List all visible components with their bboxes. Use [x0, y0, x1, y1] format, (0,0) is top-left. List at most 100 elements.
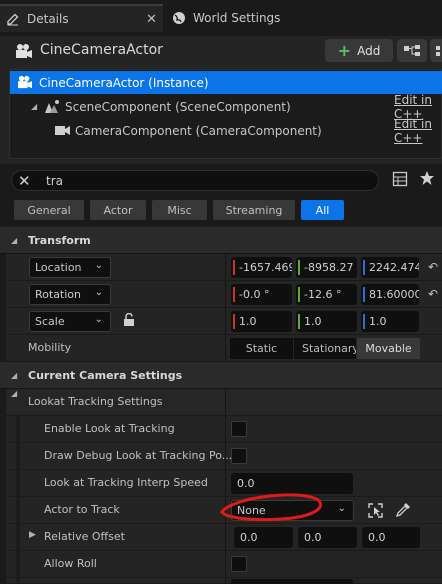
rotation-z-field[interactable]: 81.60000	[361, 284, 419, 305]
dropdown-value: Location	[35, 261, 82, 274]
filter-general[interactable]: General	[14, 200, 84, 220]
row-gutter	[0, 497, 6, 523]
chevron-down-icon: ⌄	[94, 260, 103, 271]
clear-search-icon[interactable]: ✕	[18, 172, 31, 190]
enable-look-at-tracking-checkbox[interactable]	[231, 421, 247, 437]
category-transform[interactable]: ◢ Transform	[0, 227, 442, 254]
overflow-button[interactable]	[430, 39, 442, 62]
collapse-arrow-icon[interactable]: ◢	[11, 236, 17, 245]
filter-all[interactable]: All	[301, 200, 344, 220]
category-label: Transform	[28, 233, 91, 247]
row-gutter	[0, 416, 6, 442]
location-y-field[interactable]: -8958.27	[296, 257, 357, 278]
tree-item-camera-component[interactable]: CameraComponent (CameraComponent) Edit i…	[10, 117, 442, 145]
row-gutter	[0, 308, 6, 334]
component-tree: CineCameraActor (Instance) ◢ SceneCompon…	[9, 69, 442, 159]
chevron-down-icon: ⌄	[337, 503, 346, 514]
relative-offset-y-field[interactable]: 0.0	[298, 527, 357, 548]
tab-details-label: Details	[27, 12, 69, 26]
property-row-location: Location ⌄ -1657.469 -8958.27 2242.474 ↶	[0, 254, 442, 281]
row-gutter	[0, 335, 6, 361]
search-input-value: tra	[46, 174, 63, 188]
indent-bar	[16, 524, 20, 550]
collapse-arrow-icon[interactable]: ◢	[11, 371, 17, 380]
column-divider	[225, 470, 226, 496]
relative-offset-z-field[interactable]: 0.0	[362, 527, 420, 548]
property-label: Actor to Track	[44, 503, 120, 516]
property-label: Draw Debug Look at Tracking Po...	[44, 449, 233, 462]
indent-bar	[16, 416, 20, 442]
category-current-camera-settings[interactable]: ◢ Current Camera Settings	[0, 362, 442, 389]
collapse-arrow-icon[interactable]: ◢	[11, 389, 17, 398]
interp-speed-field[interactable]: 0.0	[231, 473, 353, 494]
mobility-movable-option[interactable]: Movable	[357, 338, 420, 359]
scale-y-field[interactable]: 1.0	[296, 311, 357, 332]
property-row-actor-to-track: Actor to Track None ⌄	[0, 497, 442, 524]
location-mode-dropdown[interactable]: Location ⌄	[29, 257, 111, 278]
plus-icon: +	[337, 40, 352, 60]
close-icon[interactable]: ✕	[146, 12, 157, 27]
column-divider	[225, 443, 226, 469]
blueprint-button[interactable]	[397, 39, 427, 62]
draw-debug-checkbox[interactable]	[231, 448, 247, 464]
filter-actor[interactable]: Actor	[90, 200, 146, 220]
tab-details[interactable]: Details ✕	[0, 4, 163, 32]
property-row-partial	[0, 578, 442, 584]
filter-misc[interactable]: Misc	[152, 200, 207, 220]
search-input[interactable]: ✕ tra	[11, 170, 379, 191]
lock-icon[interactable]	[123, 312, 135, 330]
tab-world-settings[interactable]: World Settings	[166, 4, 306, 32]
camera-icon	[55, 124, 71, 136]
eyedropper-icon[interactable]	[395, 502, 411, 521]
tree-item-scene-component[interactable]: ◢ SceneComponent (SceneComponent) Edit i…	[10, 93, 442, 121]
chevron-down-icon: ⌄	[94, 287, 103, 298]
scale-z-field[interactable]: 1.0	[361, 311, 419, 332]
favorite-star-icon[interactable]	[419, 170, 435, 189]
reset-arrow-icon[interactable]: ↶	[428, 287, 438, 301]
scale-x-field[interactable]: 1.0	[231, 311, 292, 332]
expand-arrow-icon[interactable]: ▶	[29, 530, 36, 540]
property-row-scale: Scale ⌄ 1.0 1.0 1.0	[0, 308, 442, 335]
actor-to-track-dropdown[interactable]: None ⌄	[231, 500, 354, 521]
column-divider	[225, 578, 226, 583]
relative-offset-x-field[interactable]: 0.0	[234, 527, 293, 548]
edit-in-cpp-link[interactable]: Edit in C++	[394, 117, 442, 145]
search-area: ✕ tra General Actor Misc Streaming All	[0, 164, 442, 226]
property-row-interp-speed: Look at Tracking Interp Speed 0.0	[0, 470, 442, 497]
location-x-field[interactable]: -1657.469	[231, 257, 292, 278]
rotation-x-field[interactable]: -0.0 °	[231, 284, 292, 305]
camera-actor-icon	[15, 43, 33, 59]
tree-item-instance[interactable]: CineCameraActor (Instance)	[10, 71, 442, 94]
filter-streaming[interactable]: Streaming	[213, 200, 295, 220]
partial-field[interactable]	[231, 579, 353, 584]
indent-bar	[16, 497, 20, 523]
column-divider	[225, 335, 226, 361]
rotation-y-field[interactable]: -12.6 °	[296, 284, 357, 305]
property-row-mobility: Mobility Static Stationary Movable	[0, 335, 442, 362]
property-row-enable-look-at-tracking: Enable Look at Tracking	[0, 416, 442, 443]
add-component-button[interactable]: + Add	[325, 39, 393, 62]
scale-mode-dropdown[interactable]: Scale ⌄	[29, 311, 111, 332]
allow-roll-checkbox[interactable]	[231, 556, 247, 572]
location-z-field[interactable]: 2242.474	[361, 257, 419, 278]
indent-bar	[16, 470, 20, 496]
indent-bar	[16, 551, 20, 577]
select-actor-icon[interactable]	[367, 502, 384, 522]
rotation-mode-dropdown[interactable]: Rotation ⌄	[29, 284, 111, 305]
indent-bar	[16, 443, 20, 469]
group-label: Lookat Tracking Settings	[28, 395, 163, 408]
group-lookat-tracking-settings[interactable]: ◢ Lookat Tracking Settings	[0, 389, 442, 416]
dropdown-value: None	[237, 504, 266, 517]
reset-arrow-icon[interactable]: ↶	[428, 260, 438, 274]
row-gutter	[0, 524, 6, 550]
mobility-static-option[interactable]: Static	[230, 338, 293, 359]
property-label: Look at Tracking Interp Speed	[44, 476, 208, 489]
table-view-icon[interactable]	[392, 171, 408, 190]
property-row-rotation: Rotation ⌄ -0.0 ° -12.6 ° 81.60000 ↶	[0, 281, 442, 308]
indent-bar	[16, 578, 20, 583]
expand-arrow-icon[interactable]: ◢	[31, 102, 37, 111]
mobility-stationary-option[interactable]: Stationary	[294, 338, 356, 359]
column-divider	[225, 281, 226, 307]
row-gutter	[0, 578, 6, 583]
row-gutter	[0, 443, 6, 469]
